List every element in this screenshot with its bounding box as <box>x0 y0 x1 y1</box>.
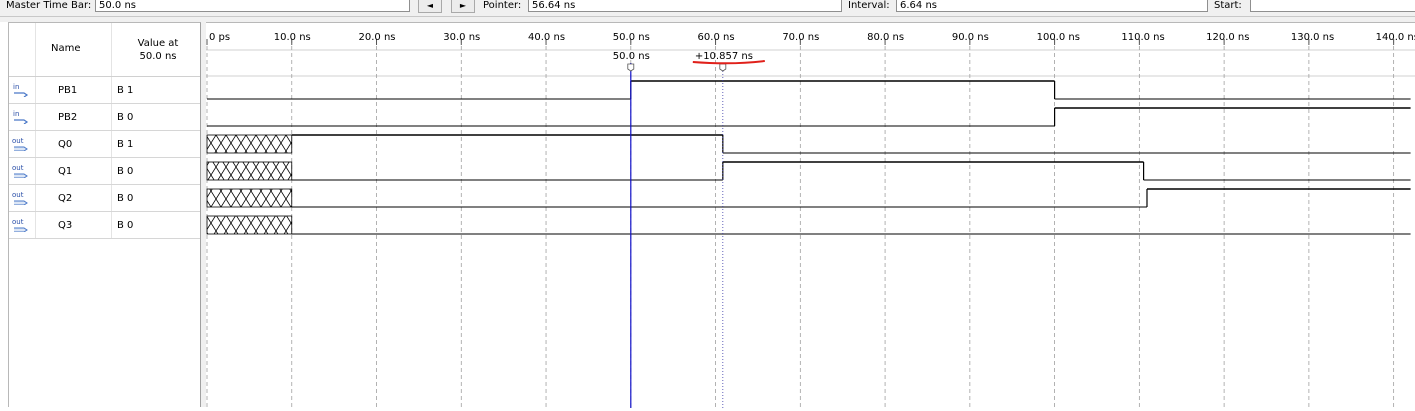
signal-row-q3[interactable]: out Q3 B 0 <box>9 212 200 239</box>
signal-row-pb2[interactable]: in PB2 B 0 <box>9 104 200 131</box>
ruler-tick-label: 20.0 ns <box>359 32 396 43</box>
name-column-header[interactable]: Name <box>51 43 81 54</box>
signal-value: B 0 <box>117 112 134 123</box>
input-pin-icon: in <box>13 83 29 97</box>
master-time-bar-label: 50.0 ns <box>613 51 650 62</box>
signal-table-header: Name Value at 50.0 ns <box>9 23 200 77</box>
signal-row-q2[interactable]: out Q2 B 0 <box>9 185 200 212</box>
output-pin-icon: out <box>12 218 28 232</box>
signal-row-q1[interactable]: out Q1 B 0 <box>9 158 200 185</box>
value-column-header[interactable]: Value at 50.0 ns <box>127 37 189 63</box>
pointer-field[interactable]: 56.64 ns <box>528 0 842 12</box>
ruler-tick-label: 40.0 ns <box>528 32 565 43</box>
time-toolbar: Master Time Bar: 50.0 ns ◄ ► Pointer: 56… <box>0 0 1415 17</box>
ruler-tick-label: 100.0 ns <box>1037 32 1080 43</box>
waveform-panel[interactable]: 0 ps 10.0 ns 20.0 ns 30.0 ns 40.0 ns 50.0 ns 6… <box>206 22 1415 408</box>
signal-row-q0[interactable]: out Q0 B 1 <box>9 131 200 158</box>
start-field[interactable] <box>1250 0 1415 12</box>
ruler-tick-label: 10.0 ns <box>274 32 311 43</box>
signal-value: B 0 <box>117 193 134 204</box>
value-header-line2: 50.0 ns <box>139 51 177 62</box>
waveform-canvas[interactable]: 0 ps 10.0 ns 20.0 ns 30.0 ns 40.0 ns 50.0 ns 6… <box>206 23 1415 408</box>
svg-text:out: out <box>12 218 24 226</box>
ruler-tick-label: 30.0 ns <box>443 32 480 43</box>
interval-field[interactable]: 6.64 ns <box>896 0 1208 12</box>
signal-name: Q1 <box>58 166 73 177</box>
ruler-tick-label: 130.0 ns <box>1291 32 1334 43</box>
signal-value: B 1 <box>117 85 134 96</box>
unknown-state-segment <box>206 215 293 235</box>
signal-row-pb1[interactable]: in PB1 B 1 <box>9 77 200 104</box>
svg-text:out: out <box>12 164 24 172</box>
signal-value: B 0 <box>117 220 134 231</box>
unknown-state-segment <box>206 161 293 181</box>
svg-text:out: out <box>12 191 24 199</box>
ruler-tick-label: 0 ps <box>209 32 230 43</box>
master-time-bar-label: Master Time Bar: <box>6 0 92 11</box>
value-header-line1: Value at <box>137 38 179 49</box>
time-bar-handle <box>719 63 727 72</box>
input-pin-icon: in <box>13 110 29 124</box>
ruler-tick-label: 140.0 ns <box>1376 32 1415 43</box>
ruler-tick-label: 90.0 ns <box>952 32 989 43</box>
interval-label: Interval: <box>848 0 890 11</box>
signal-name: PB1 <box>58 85 78 96</box>
master-marker-handle <box>627 63 635 72</box>
svg-text:in: in <box>13 83 19 91</box>
signal-value: B 1 <box>117 139 134 150</box>
ruler-tick-label: 80.0 ns <box>867 32 904 43</box>
prev-transition-button[interactable]: ◄ <box>418 0 442 13</box>
start-label: Start: <box>1214 0 1242 11</box>
unknown-state-segment <box>206 134 293 154</box>
signal-name: Q2 <box>58 193 73 204</box>
output-pin-icon: out <box>12 137 28 151</box>
svg-text:in: in <box>13 110 19 118</box>
next-transition-button[interactable]: ► <box>451 0 475 13</box>
ruler-tick-label: 110.0 ns <box>1121 32 1164 43</box>
signal-name: Q0 <box>58 139 73 150</box>
ruler-tick-label: 50.0 ns <box>613 32 650 43</box>
ruler-tick-label: 70.0 ns <box>782 32 819 43</box>
signal-value: B 0 <box>117 166 134 177</box>
svg-text:out: out <box>12 137 24 145</box>
signal-name: Q3 <box>58 220 73 231</box>
master-time-bar-field[interactable]: 50.0 ns <box>95 0 410 12</box>
ruler-tick-label: 60.0 ns <box>698 32 735 43</box>
unknown-state-segment <box>206 188 293 208</box>
output-pin-icon: out <box>12 191 28 205</box>
signal-name: PB2 <box>58 112 78 123</box>
pointer-label: Pointer: <box>483 0 522 11</box>
time-bar-offset-label: +10.857 ns <box>695 51 753 62</box>
signal-name-panel: Name Value at 50.0 ns in PB1 B 1 in PB2 … <box>8 22 201 407</box>
output-pin-icon: out <box>12 164 28 178</box>
ruler-tick-label: 120.0 ns <box>1206 32 1249 43</box>
